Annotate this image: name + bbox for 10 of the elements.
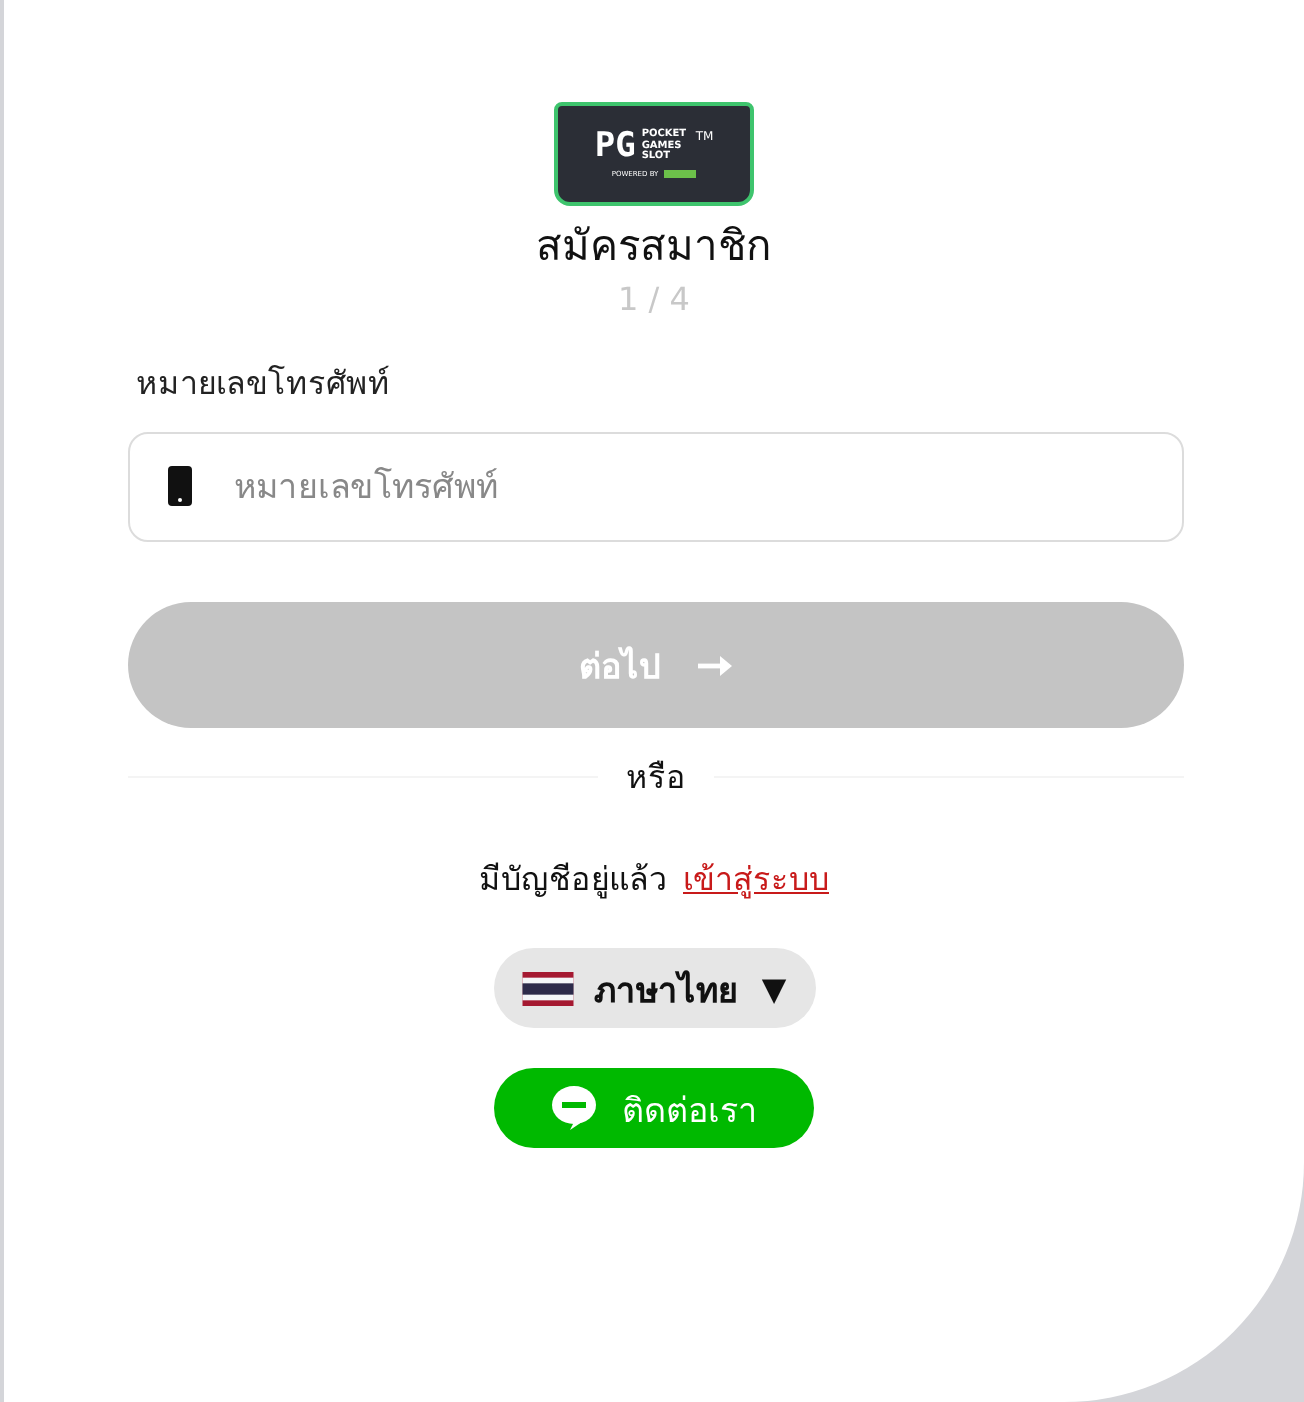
field-label: หมายเลขโทรศัพท์ <box>136 362 390 406</box>
language-select[interactable]: ภาษาไทย ▼ <box>493 948 815 1028</box>
phone-field[interactable]: หมายเลขโทรศัพท์ <box>128 432 1184 542</box>
arrow-icon <box>697 653 733 677</box>
logo-mark: PG <box>594 130 636 164</box>
flag-icon <box>521 971 574 1005</box>
chat-bubble-icon <box>550 1084 598 1132</box>
page-title: สมัครสมาชิก <box>536 220 772 274</box>
login-link[interactable]: เข้าสู่ระบบ <box>683 854 829 904</box>
login-prompt: มีบัญชีอยู่แล้ว <box>479 858 667 903</box>
